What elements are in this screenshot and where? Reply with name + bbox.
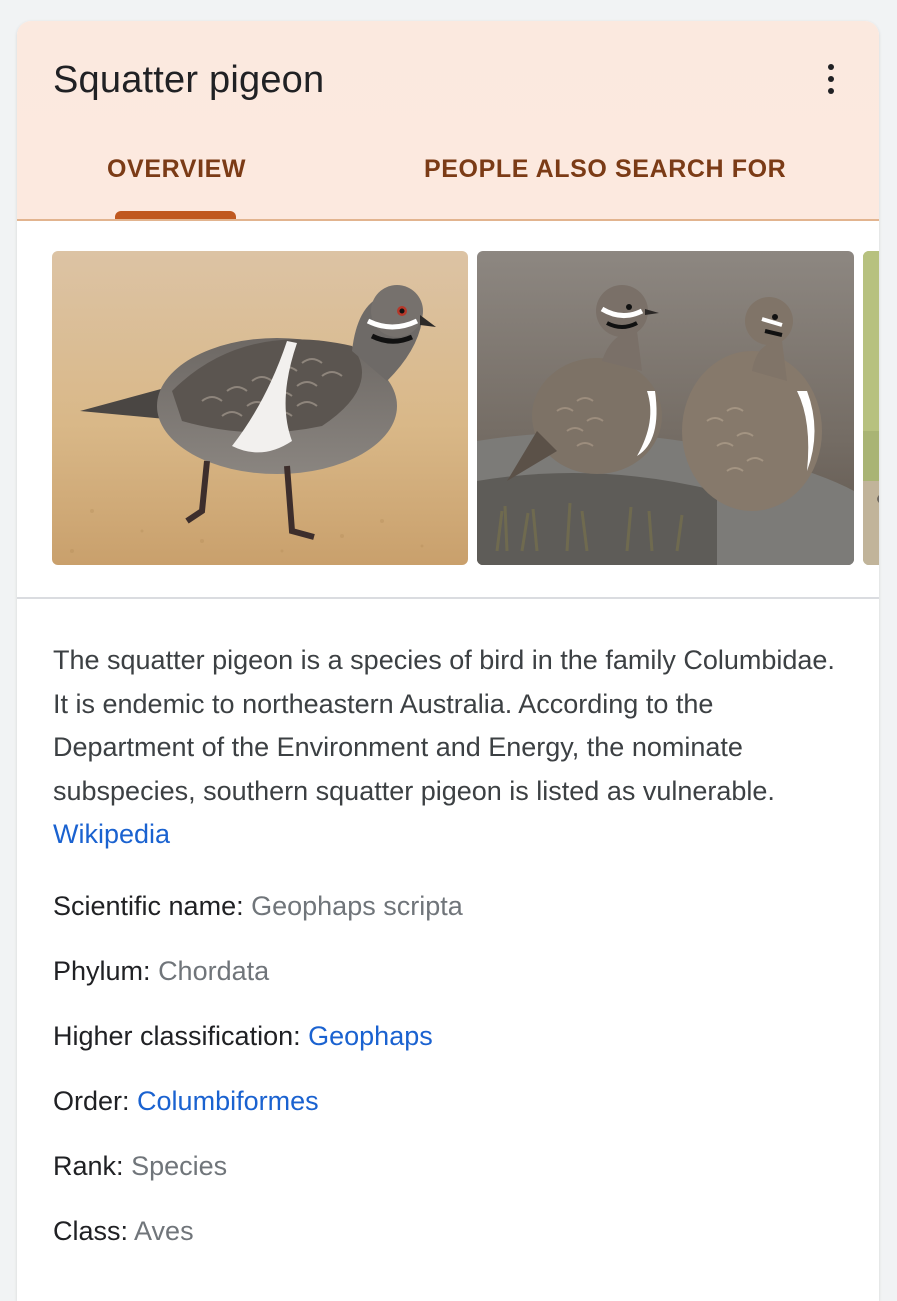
fact-value: Chordata [158, 956, 270, 986]
fact-label: Higher classification: [53, 1021, 301, 1051]
panel-header: Squatter pigeon OVERVIEW PEOPLE ALSO SEA… [17, 21, 879, 221]
fact-class: Class: Aves [53, 1216, 194, 1247]
fact-phylum: Phylum: Chordata [53, 956, 269, 987]
description-text: The squatter pigeon is a species of bird… [53, 645, 835, 806]
squatter-pigeon-photo-2 [477, 251, 854, 565]
fact-label: Scientific name: [53, 891, 244, 921]
fact-scientific-name: Scientific name: Geophaps scripta [53, 891, 463, 922]
fact-label: Phylum: [53, 956, 151, 986]
active-tab-indicator [115, 211, 236, 219]
description: The squatter pigeon is a species of bird… [53, 639, 843, 857]
gallery-image-3[interactable] [863, 251, 879, 565]
fact-label: Class: [53, 1216, 129, 1246]
panel-title: Squatter pigeon [53, 59, 325, 101]
fact-label: Rank: [53, 1151, 124, 1181]
more-vert-icon[interactable] [817, 61, 845, 97]
fact-rank: Rank: Species [53, 1151, 227, 1182]
fact-link-columbiformes[interactable]: Columbiformes [137, 1086, 319, 1116]
fact-value: Aves [134, 1216, 194, 1246]
tab-people-also-search-for[interactable]: PEOPLE ALSO SEARCH FOR [424, 155, 786, 184]
fact-value: Species [131, 1151, 228, 1181]
fact-label: Order: [53, 1086, 130, 1116]
gallery-image-1[interactable] [52, 251, 468, 565]
fact-link-geophaps[interactable]: Geophaps [308, 1021, 433, 1051]
fact-value: Geophaps scripta [251, 891, 463, 921]
image-gallery [17, 251, 879, 565]
tab-overview[interactable]: OVERVIEW [107, 155, 246, 184]
section-divider [17, 597, 879, 599]
gallery-image-2[interactable] [477, 251, 854, 565]
knowledge-panel-card: Squatter pigeon OVERVIEW PEOPLE ALSO SEA… [17, 21, 879, 1301]
squatter-pigeon-photo-1 [52, 251, 468, 565]
squatter-pigeon-photo-3 [863, 251, 879, 565]
fact-order: Order: Columbiformes [53, 1086, 319, 1117]
fact-higher-classification: Higher classification: Geophaps [53, 1021, 433, 1052]
wikipedia-link[interactable]: Wikipedia [53, 819, 170, 849]
